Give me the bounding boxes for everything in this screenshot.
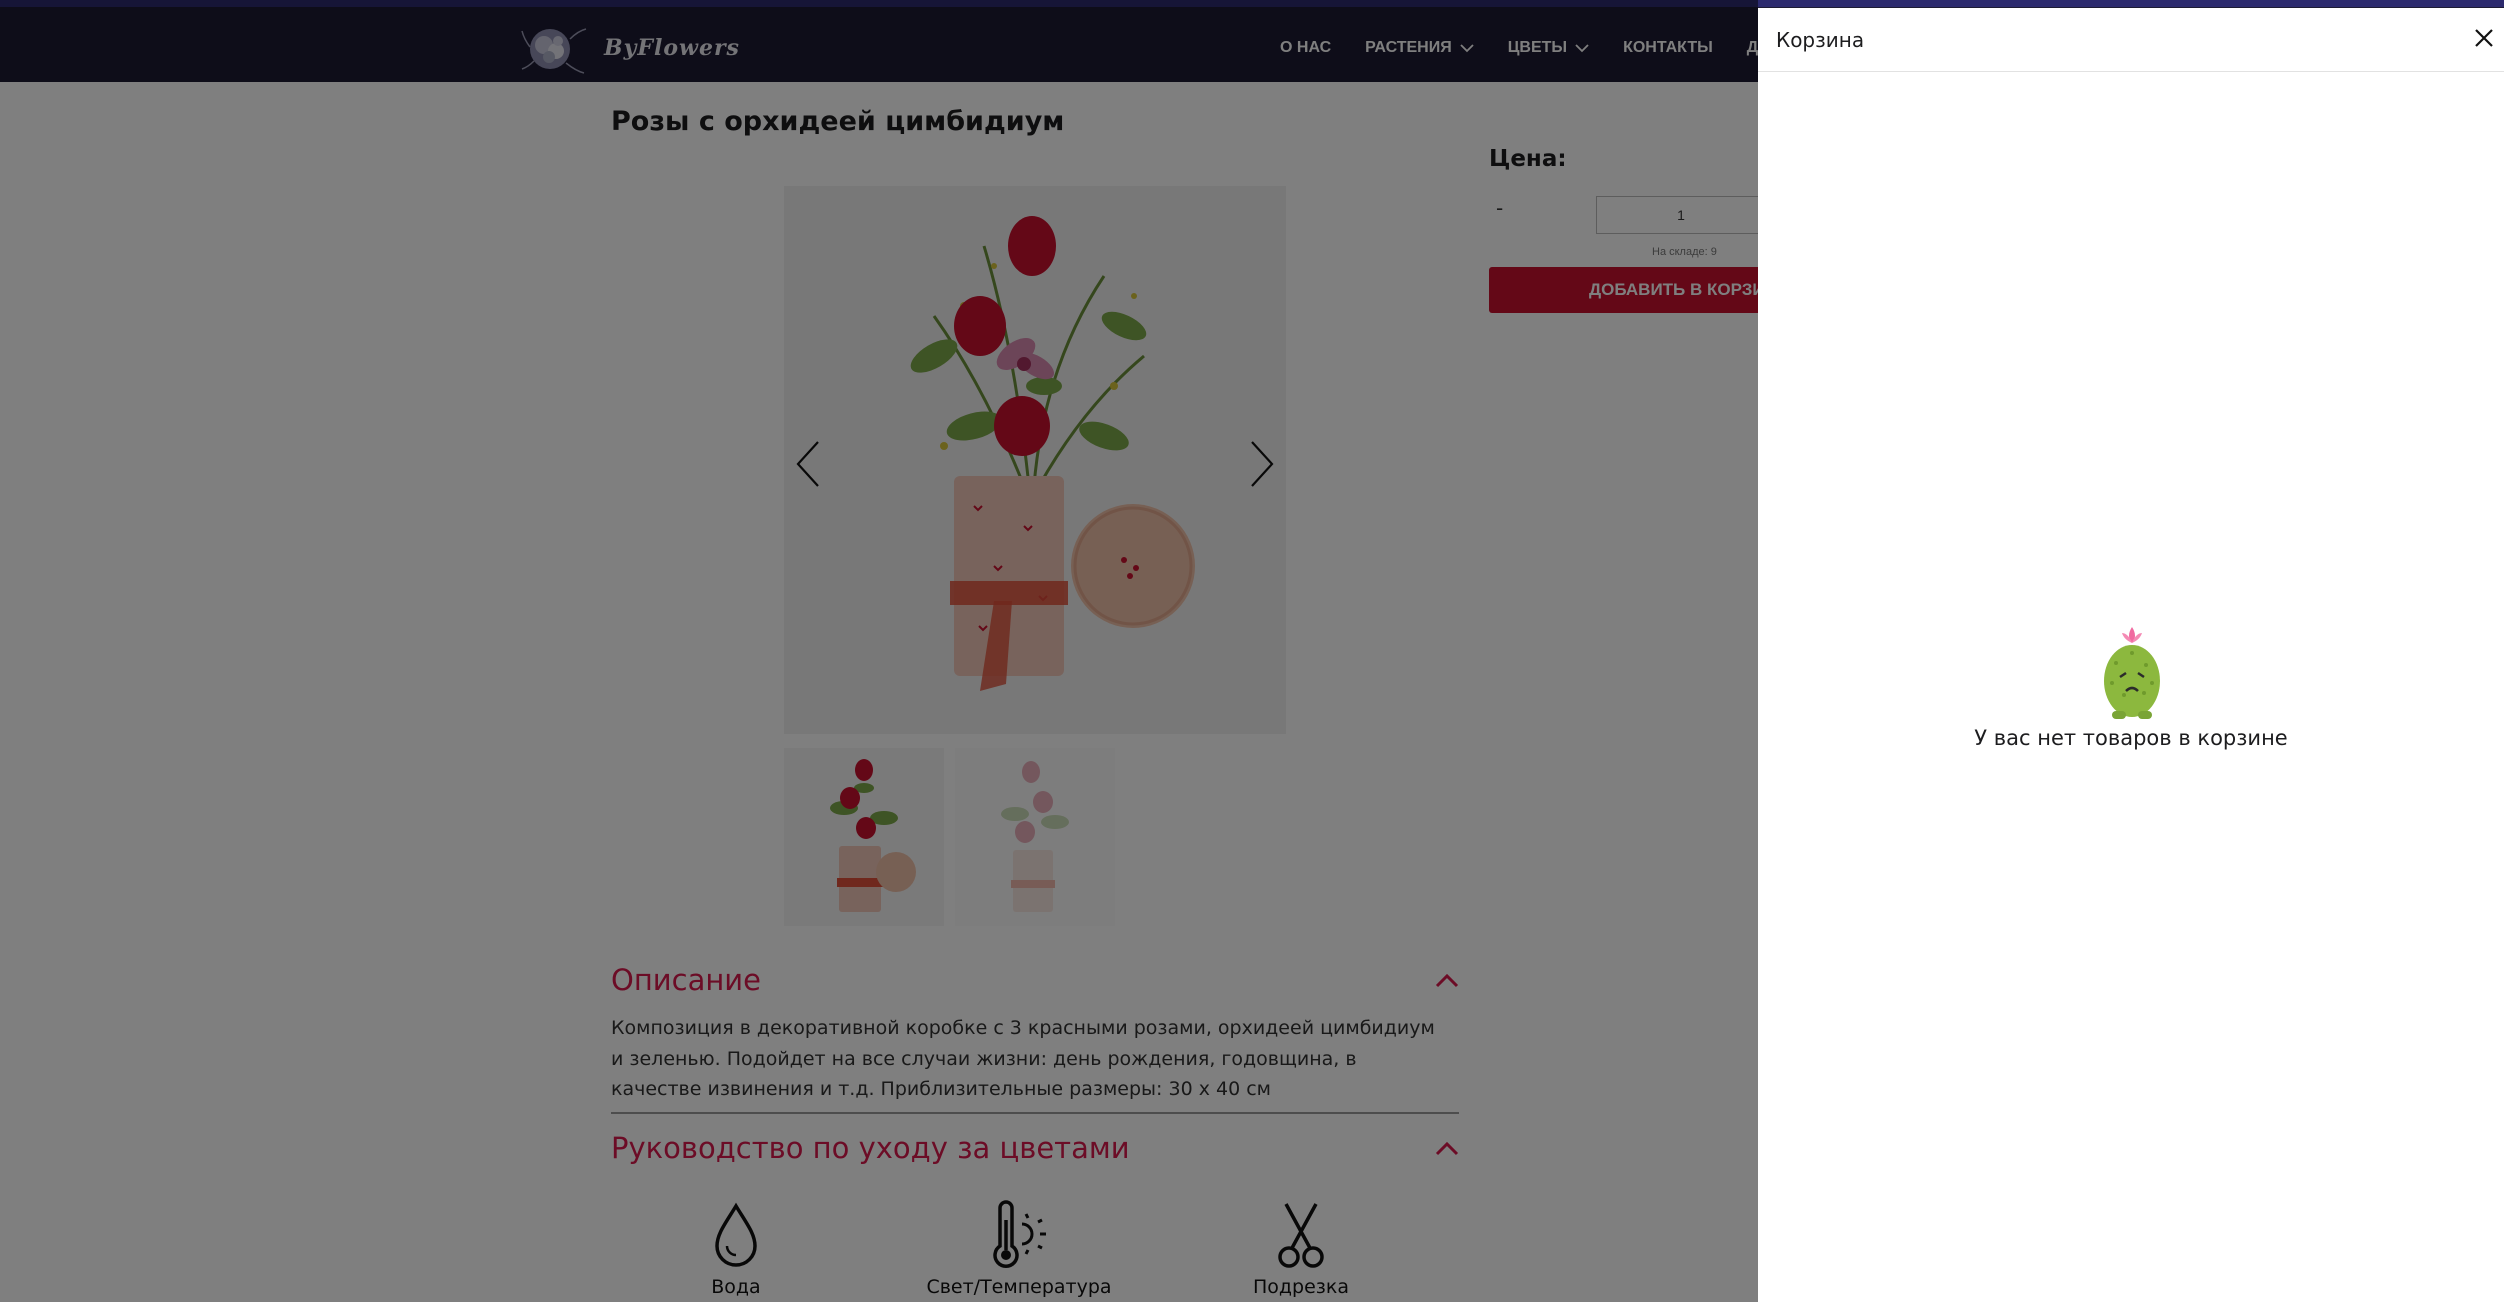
cart-drawer: Корзина У вас нет товаров в корзине: [1758, 8, 2504, 1302]
cart-close-button[interactable]: [2472, 26, 2496, 50]
modal-backdrop[interactable]: [0, 0, 1758, 1302]
cart-title: Корзина: [1776, 28, 1865, 52]
close-icon: [2475, 29, 2493, 47]
sad-cactus-icon: [2104, 627, 2160, 719]
cart-header: Корзина: [1758, 8, 2504, 72]
empty-cart-illustration: [2098, 623, 2166, 725]
empty-cart-message: У вас нет товаров в корзине: [1974, 726, 2288, 750]
